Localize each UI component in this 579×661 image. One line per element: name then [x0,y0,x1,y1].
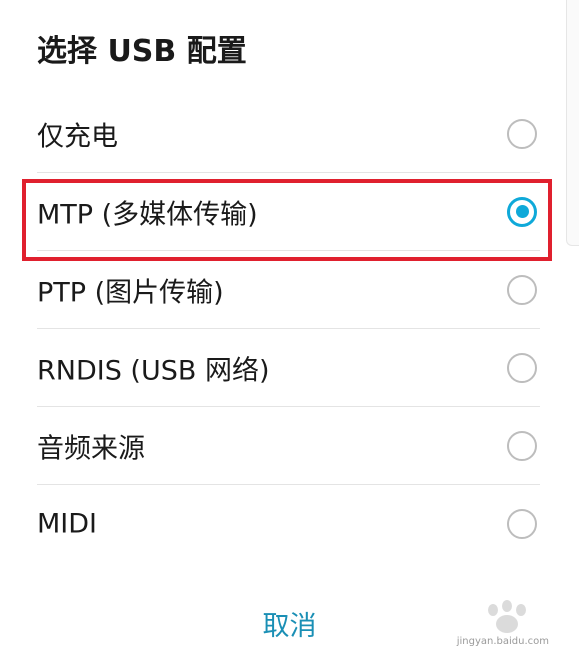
option-audio-source[interactable]: 音频来源 [37,407,540,485]
radio-button-unchecked[interactable] [507,509,537,539]
dialog-title: 选择 USB 配置 [37,34,247,69]
watermark-text: jingyan.baidu.com [456,636,549,647]
radio-button-checked[interactable] [507,196,537,227]
usb-config-dialog: 选择 USB 配置 仅充电 MTP (多媒体传输) PTP (图片传输) RND… [0,0,579,661]
option-label: MIDI [37,508,98,540]
radio-button-unchecked[interactable] [507,352,537,383]
option-label: 音频来源 [37,433,145,464]
radio-button-unchecked[interactable] [507,274,537,305]
radio-button-unchecked[interactable] [507,118,537,149]
option-label: 仅充电 [37,121,118,152]
option-mtp[interactable]: MTP (多媒体传输) [37,173,540,251]
background-edge [566,0,579,246]
option-charge-only[interactable]: 仅充电 [37,95,540,173]
option-label: MTP (多媒体传输) [37,199,258,230]
radio-button-unchecked[interactable] [507,430,537,461]
option-label: PTP (图片传输) [37,277,224,308]
option-label: RNDIS (USB 网络) [37,355,270,386]
baidu-paw-icon [488,600,526,633]
usb-options-list: 仅充电 MTP (多媒体传输) PTP (图片传输) RNDIS (USB 网络… [37,95,540,563]
option-ptp[interactable]: PTP (图片传输) [37,251,540,329]
option-rndis[interactable]: RNDIS (USB 网络) [37,329,540,407]
option-midi[interactable]: MIDI [37,485,540,563]
